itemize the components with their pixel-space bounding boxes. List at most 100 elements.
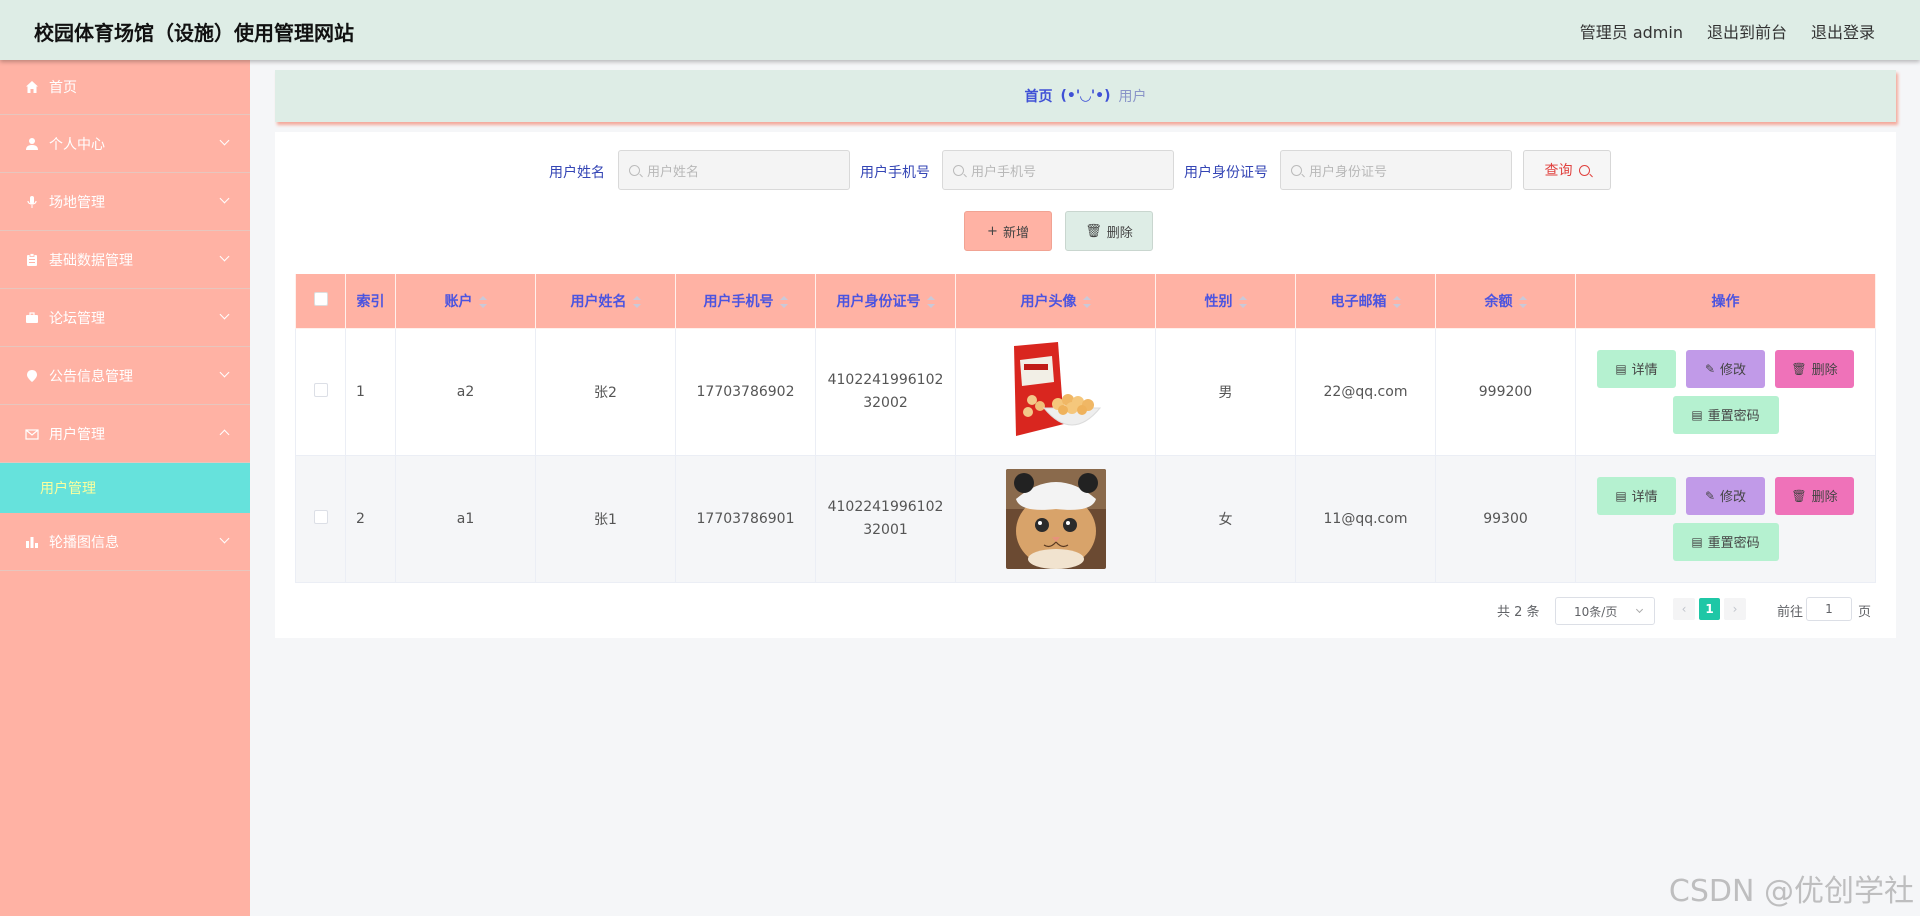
batch-delete-button[interactable]: 🗑 删除: [1065, 211, 1153, 251]
next-page-button[interactable]: ›: [1724, 598, 1746, 620]
row-checkbox-cell: [295, 327, 346, 456]
phone-search-input[interactable]: 用户手机号: [942, 150, 1174, 190]
edit-button[interactable]: ✎ 修改: [1686, 349, 1765, 388]
detail-button[interactable]: ▤ 详情: [1597, 476, 1676, 515]
sidebar-item-user-management[interactable]: 用户管理: [0, 405, 250, 463]
sidebar-item-carousel[interactable]: 轮播图信息: [0, 513, 250, 571]
column-header[interactable]: 用户头像: [955, 274, 1156, 329]
name-search-label: 用户姓名: [549, 165, 605, 181]
top-header: 校园体育场馆（设施）使用管理网站 管理员 admin 退出到前台 退出登录: [0, 0, 1920, 60]
row-checkbox[interactable]: [313, 382, 328, 397]
column-header[interactable]: 用户姓名: [535, 274, 676, 329]
column-header: 操作: [1575, 274, 1876, 329]
column-header[interactable]: 余额: [1435, 274, 1576, 329]
chevron-down-icon: [1635, 605, 1644, 614]
clipboard-icon: [24, 252, 40, 268]
index-cell: 2: [345, 454, 396, 583]
sidebar-item-personal-center[interactable]: 个人中心: [0, 115, 250, 173]
sort-icon[interactable]: [632, 295, 641, 308]
name-search-placeholder: 用户姓名: [647, 164, 700, 180]
index-cell: 1: [345, 327, 396, 456]
reset-password-label: 重置密码: [1707, 409, 1760, 424]
search-bar: 用户姓名 用户姓名 用户手机号 用户手机号 用户身份证号 用户身份证号 查询: [275, 150, 1896, 190]
sidebar-item-basic-data[interactable]: 基础数据管理: [0, 231, 250, 289]
chevron-down-icon: [219, 251, 230, 262]
edit-label: 修改: [1720, 490, 1747, 505]
reset-password-button[interactable]: ▤ 重置密码: [1672, 395, 1779, 434]
sort-icon[interactable]: [1392, 295, 1401, 308]
header-links: 管理员 admin 退出到前台 退出登录: [1580, 19, 1875, 43]
document-icon: ▤: [1691, 534, 1703, 549]
user-icon: [24, 136, 40, 152]
sort-icon[interactable]: [926, 295, 935, 308]
page-size-select[interactable]: 10条/页: [1555, 597, 1655, 625]
trash-icon: 🗑: [1085, 223, 1102, 239]
page-number-button[interactable]: 1: [1699, 598, 1720, 620]
user-table: 索引 账户 用户姓名 用户手机号 用户身份证号 用户头像 性别 电子邮箱 余额 …: [295, 274, 1876, 583]
sort-icon[interactable]: [1518, 295, 1527, 308]
avatar-cell: [955, 327, 1156, 456]
sidebar-item-label: 公告信息管理: [49, 368, 133, 385]
column-header[interactable]: 用户身份证号: [815, 274, 956, 329]
sidebar-item-label: 轮播图信息: [49, 534, 119, 551]
sort-icon[interactable]: [1082, 295, 1091, 308]
content-panel: 用户姓名 用户姓名 用户手机号 用户手机号 用户身份证号 用户身份证号 查询 +…: [275, 132, 1896, 638]
reset-password-button[interactable]: ▤ 重置密码: [1672, 522, 1779, 561]
table-header-row: 索引 账户 用户姓名 用户手机号 用户身份证号 用户头像 性别 电子邮箱 余额 …: [295, 274, 1876, 329]
prev-page-button[interactable]: ‹: [1673, 598, 1695, 620]
email-cell: 11@qq.com: [1295, 454, 1436, 583]
phone-cell: 17703786901: [675, 454, 816, 583]
header-email-label: 电子邮箱: [1330, 293, 1387, 310]
name-search-input[interactable]: 用户姓名: [618, 150, 850, 190]
id-search-input[interactable]: 用户身份证号: [1280, 150, 1512, 190]
avatar-image-snacks[interactable]: [1005, 341, 1106, 442]
delete-button[interactable]: 🗑 删除: [1775, 476, 1854, 515]
column-header[interactable]: 用户手机号: [675, 274, 816, 329]
sidebar: 首页 个人中心 场地管理 基础数据管理 论坛管理 公告信息管理 用户管理 用户管…: [0, 60, 250, 916]
ops-cell: ▤ 详情 ✎ 修改 🗑 删除 ▤ 重置密码: [1575, 327, 1876, 456]
logout-link[interactable]: 退出登录: [1811, 19, 1875, 43]
sort-icon[interactable]: [779, 295, 788, 308]
sidebar-item-forum[interactable]: 论坛管理: [0, 289, 250, 347]
sidebar-item-notice[interactable]: 公告信息管理: [0, 347, 250, 405]
row-checkbox[interactable]: [313, 509, 328, 524]
column-header[interactable]: 账户: [395, 274, 536, 329]
sidebar-item-label: 论坛管理: [49, 310, 105, 327]
table-row: 2 a1 张1 17703786901 410224199610232001 女…: [295, 454, 1876, 583]
detail-button[interactable]: ▤ 详情: [1597, 349, 1676, 388]
balance-cell: 999200: [1435, 327, 1576, 456]
sidebar-item-home[interactable]: 首页: [0, 60, 250, 115]
submenu-item-user-management[interactable]: 用户管理: [0, 463, 250, 513]
header-ops-label: 操作: [1711, 293, 1740, 310]
breadcrumb: 首页 (•'◡'•) 用户: [275, 70, 1896, 122]
admin-label[interactable]: 管理员 admin: [1580, 19, 1683, 43]
select-all-checkbox[interactable]: [313, 291, 328, 306]
query-button[interactable]: 查询: [1523, 150, 1611, 190]
sidebar-item-label: 用户管理: [49, 426, 105, 443]
header-id-card-label: 用户身份证号: [836, 293, 921, 310]
add-button[interactable]: + 新增: [964, 211, 1052, 251]
header-gender-label: 性别: [1204, 293, 1233, 310]
delete-button[interactable]: 🗑 删除: [1775, 349, 1854, 388]
breadcrumb-separator: (•'◡'•): [1060, 88, 1111, 104]
chevron-down-icon: [219, 367, 230, 378]
row-actions: ▤ 详情 ✎ 修改 🗑 删除 ▤ 重置密码: [1576, 476, 1875, 561]
breadcrumb-home[interactable]: 首页: [1024, 86, 1052, 106]
column-header[interactable]: 性别: [1155, 274, 1296, 329]
header-avatar-label: 用户头像: [1020, 293, 1077, 310]
detail-label: 详情: [1631, 490, 1658, 505]
watermark: CSDN @优创学社: [1668, 874, 1914, 909]
sort-icon[interactable]: [478, 295, 487, 308]
phone-search-label: 用户手机号: [860, 165, 930, 181]
sort-icon[interactable]: [1238, 295, 1247, 308]
page-size-value: 10条/页: [1574, 604, 1618, 619]
avatar-image-cat[interactable]: [1005, 468, 1106, 569]
gender-cell: 男: [1155, 327, 1296, 456]
sidebar-item-venue[interactable]: 场地管理: [0, 173, 250, 231]
column-header[interactable]: 电子邮箱: [1295, 274, 1436, 329]
breadcrumb-current: 用户: [1118, 89, 1147, 105]
edit-button[interactable]: ✎ 修改: [1686, 476, 1765, 515]
page-jump-input[interactable]: [1806, 597, 1852, 621]
batch-delete-label: 删除: [1106, 225, 1133, 241]
back-to-front-link[interactable]: 退出到前台: [1707, 19, 1787, 43]
